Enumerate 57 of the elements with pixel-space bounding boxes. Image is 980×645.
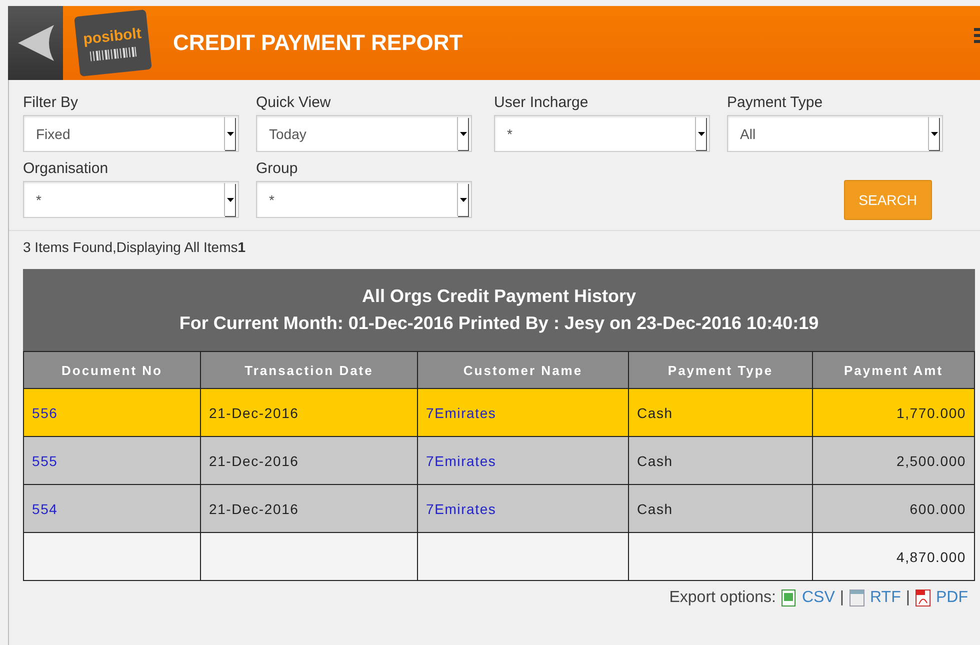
customer-link[interactable]: 7Emirates bbox=[426, 404, 496, 420]
separator: | bbox=[840, 589, 844, 607]
pdf-icon[interactable] bbox=[915, 589, 931, 607]
total-cell: 4,870.000 bbox=[812, 532, 974, 580]
menu-icon[interactable] bbox=[974, 26, 980, 46]
table-cell: 21-Dec-2016 bbox=[200, 388, 418, 436]
caret-icon[interactable] bbox=[698, 132, 704, 136]
filter-label: Payment Type bbox=[727, 94, 824, 111]
dropdown-field[interactable]: * bbox=[23, 181, 239, 218]
table-row[interactable]: 554 21-Dec-2016 7Emirates Cash 600.000 bbox=[24, 484, 974, 532]
table-row[interactable]: 555 21-Dec-2016 7Emirates Cash 2,500.000 bbox=[24, 436, 974, 484]
table-cell: 21-Dec-2016 bbox=[200, 436, 418, 484]
document-link[interactable]: 556 bbox=[32, 404, 58, 420]
export-link[interactable]: PDF bbox=[936, 589, 968, 607]
document-link[interactable]: 555 bbox=[32, 452, 58, 468]
separator: | bbox=[906, 589, 910, 607]
table-cell: 1,770.000 bbox=[812, 388, 974, 436]
column-header: Document No bbox=[24, 352, 200, 388]
column-header: Transaction Date bbox=[200, 352, 418, 388]
page-title: CREDIT PAYMENT REPORT bbox=[173, 30, 463, 56]
caret-icon[interactable] bbox=[930, 132, 938, 136]
report-subtitle: For Current Month: 01-Dec-2016 Printed By : Jesy on 23-Dec-2016 10:40:19 bbox=[179, 313, 819, 334]
table-cell: Cash bbox=[628, 388, 812, 436]
report-title: All Orgs Credit Payment History bbox=[362, 286, 636, 307]
result-summary: 3 Items Found,Displaying All Items1 bbox=[23, 239, 246, 255]
logo: posibolt bbox=[74, 9, 152, 77]
filter-label: Quick View bbox=[256, 94, 332, 111]
customer-link[interactable]: 7Emirates bbox=[426, 452, 496, 468]
export-link[interactable]: RTF bbox=[870, 589, 901, 607]
export-label: Export options: bbox=[669, 589, 776, 607]
table-cell: Cash bbox=[628, 484, 812, 532]
caret-icon[interactable] bbox=[226, 198, 234, 202]
caret-icon[interactable] bbox=[460, 132, 466, 136]
dropdown-field[interactable]: Fixed bbox=[23, 115, 239, 152]
document-link[interactable]: 554 bbox=[32, 500, 58, 516]
dropdown-field[interactable]: Today bbox=[256, 115, 472, 152]
filter-label: Group bbox=[256, 160, 299, 177]
table-row[interactable]: 556 21-Dec-2016 7Emirates Cash 1,770.000 bbox=[24, 388, 974, 436]
dropdown-field[interactable]: * bbox=[256, 181, 472, 218]
filter-label: User Incharge bbox=[494, 94, 590, 111]
caret-icon[interactable] bbox=[226, 132, 234, 136]
column-header: Customer Name bbox=[418, 352, 628, 388]
dropdown-field[interactable]: All bbox=[727, 115, 943, 152]
filter-label: Filter By bbox=[23, 94, 80, 111]
caret-icon[interactable] bbox=[460, 198, 466, 202]
back-button[interactable] bbox=[8, 6, 63, 80]
filter-label: Organisation bbox=[23, 160, 110, 177]
table-cell: Cash bbox=[628, 436, 812, 484]
export-link[interactable]: CSV bbox=[802, 589, 835, 607]
spreadsheet-icon[interactable] bbox=[780, 589, 797, 607]
table-cell: 21-Dec-2016 bbox=[200, 484, 418, 532]
dropdown-field[interactable]: * bbox=[494, 115, 710, 152]
column-header: Payment Amt bbox=[812, 352, 974, 388]
column-header: Payment Type bbox=[628, 352, 812, 388]
customer-link[interactable]: 7Emirates bbox=[426, 500, 496, 516]
table-cell: 2,500.000 bbox=[812, 436, 974, 484]
table-cell: 600.000 bbox=[812, 484, 974, 532]
